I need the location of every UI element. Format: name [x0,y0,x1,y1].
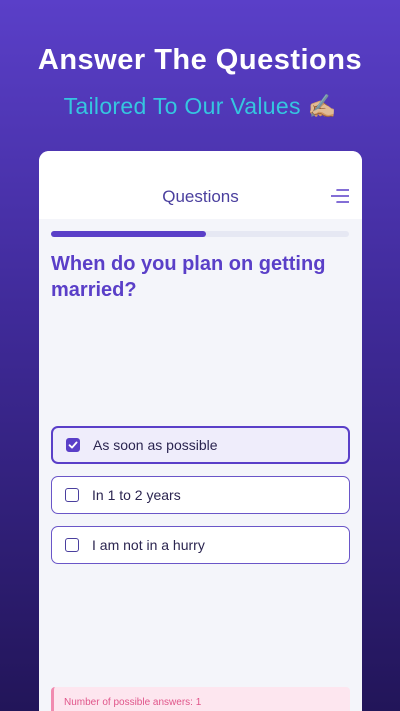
option-in-1-to-2-years[interactable]: In 1 to 2 years [51,476,350,514]
option-as-soon-as-possible[interactable]: As soon as possible [51,426,350,464]
progress-bar [51,231,349,237]
checkbox-icon [65,538,79,552]
promo-subline: Tailored To Our Values ✍🏼 [63,93,337,119]
checkbox-icon [65,488,79,502]
option-label: In 1 to 2 years [92,487,181,503]
menu-icon[interactable] [331,187,349,205]
phone-screen: Questions When do you plan on getting ma… [39,151,362,711]
option-not-in-a-hurry[interactable]: I am not in a hurry [51,526,350,564]
answer-options: As soon as possible In 1 to 2 years I am… [51,426,350,576]
question-text: When do you plan on getting married? [51,253,326,301]
answer-count-hint: Number of possible answers: 1 [51,687,350,711]
page-title: Questions [162,187,239,206]
promo-headline: Answer The Questions [37,44,363,76]
app-header: Questions [39,151,362,219]
progress-fill [51,231,206,237]
option-label: As soon as possible [93,437,218,453]
option-label: I am not in a hurry [92,537,205,553]
checkbox-checked-icon [66,438,80,452]
